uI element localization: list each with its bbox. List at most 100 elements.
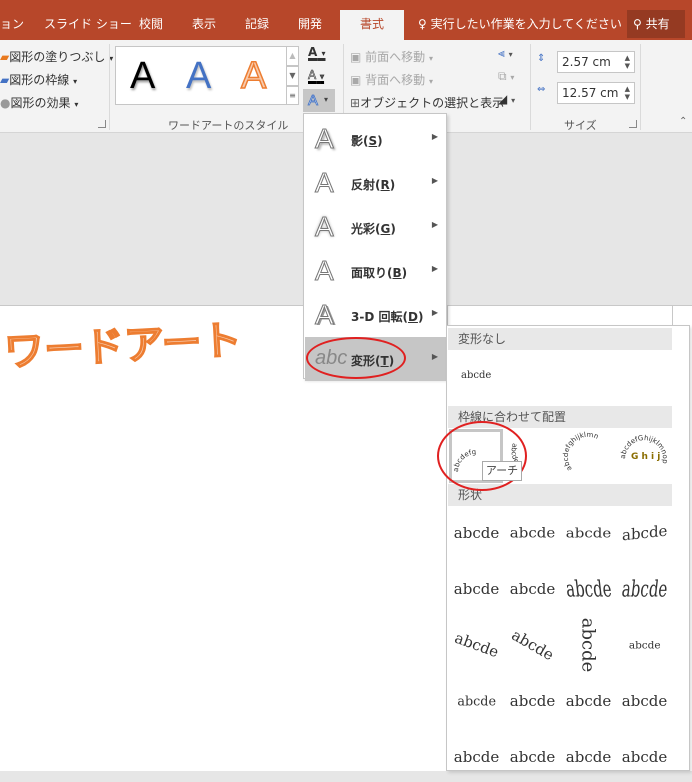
tab-slideshow[interactable]: スライド ショー <box>44 10 132 40</box>
height-input[interactable]: 2.57 cm ▲ ▼ <box>557 51 635 73</box>
spinner-arrows[interactable]: ▲ ▼ <box>625 85 630 101</box>
effects-icon: ● <box>0 96 11 110</box>
no-transform-option[interactable]: abcde <box>461 370 491 381</box>
tab-animations[interactable]: ョン <box>0 10 24 40</box>
width-input[interactable]: 12.57 cm ▲ ▼ <box>557 82 635 104</box>
warp-option[interactable]: abcde <box>505 564 560 614</box>
text-effects-button[interactable]: A ▾ <box>303 89 335 112</box>
warp-sample: abcde <box>452 628 501 662</box>
warp-option[interactable]: abcde <box>561 564 616 614</box>
gallery-scroll-down[interactable]: ▼ <box>287 66 299 86</box>
width-value: 12.57 cm <box>562 86 619 100</box>
menu-item-3d-rotation[interactable]: A 3-D 回転(D) ▶ <box>305 293 446 337</box>
align-button[interactable]: ⫷ ▾ <box>498 46 513 61</box>
warp-option[interactable]: abcde <box>561 508 616 558</box>
warp-option[interactable]: abcde <box>617 676 672 726</box>
menu-item-label: 反射(R) <box>351 178 396 192</box>
warp-option[interactable]: abcde <box>617 732 672 782</box>
tell-me-search[interactable]: ♀︎ 実行したい作業を入力してください <box>418 10 622 38</box>
warp-option[interactable]: abcde <box>617 564 672 614</box>
svg-text:abcdefghijklmn: abcdefghijklmn <box>562 431 600 473</box>
wordart-style-black[interactable]: A <box>130 55 155 98</box>
menu-item-reflection[interactable]: A 反射(R) ▶ <box>305 161 446 205</box>
chevron-down-icon: ▾ <box>321 49 326 58</box>
warp-sample: abcde <box>509 580 556 598</box>
wordart-style-orange[interactable]: A <box>240 54 267 98</box>
shape-fill-label: 図形の塗りつぶし <box>9 50 106 64</box>
submenu-arrow-icon: ▶ <box>431 352 438 361</box>
wordart-text[interactable]: ワードアート <box>4 308 304 378</box>
chevron-down-icon: ▾ <box>429 54 434 63</box>
tab-view[interactable]: 表示 <box>192 10 216 40</box>
warp-option[interactable]: abcde <box>505 620 560 670</box>
warp-sample: abcde <box>577 617 600 673</box>
gallery-more[interactable]: ≡ <box>287 86 299 105</box>
menu-item-label: 3-D 回転(D) <box>351 310 424 324</box>
warp-sample: abcde <box>564 575 613 603</box>
send-backward-button[interactable]: ▣ 背面へ移動 ▾ <box>350 71 433 88</box>
menu-item-bevel[interactable]: A 面取り(B) ▶ <box>305 249 446 293</box>
wordart-gallery: A A A <box>115 46 287 105</box>
tab-format[interactable]: 書式 <box>340 10 404 40</box>
warp-option[interactable]: abcde <box>505 732 560 782</box>
follow-path-button[interactable]: abcdefGhijklmnop G h i j <box>617 429 671 483</box>
size-launcher-icon[interactable] <box>629 120 637 128</box>
tab-developer[interactable]: 開発 <box>298 10 322 40</box>
warp-sample: abcde <box>453 524 500 542</box>
tab-record[interactable]: 記録 <box>245 10 269 40</box>
shape-effects-button[interactable]: ●図形の効果 ▾ <box>0 94 78 111</box>
warp-option[interactable]: abcde <box>561 676 616 726</box>
warp-option[interactable]: abcde <box>449 508 504 558</box>
warp-sample: abcde <box>453 580 500 598</box>
warp-option[interactable]: abcde <box>449 564 504 614</box>
warp-option[interactable]: abcde <box>561 617 616 673</box>
share-button[interactable]: ⚲ 共有 <box>627 10 685 38</box>
chevron-down-icon: ▾ <box>429 77 434 86</box>
text-outline-button[interactable]: A ▾ <box>308 68 325 83</box>
warp-option[interactable]: abcde <box>505 508 560 558</box>
warp-option[interactable]: abcde <box>449 620 504 670</box>
menu-item-shadow[interactable]: A 影(S) ▶ <box>305 117 446 161</box>
bevel-icon: A <box>315 255 335 287</box>
highlight-circle-transform <box>306 337 406 379</box>
menu-item-glow[interactable]: A 光彩(G) ▶ <box>305 205 446 249</box>
warp-option[interactable]: abcde <box>561 732 616 782</box>
size-group-label: サイズ <box>564 119 597 132</box>
rotate-button[interactable]: ◢ ▾ <box>498 92 515 106</box>
svg-text:G h i j: G h i j <box>631 452 660 462</box>
warp-sample: abcde <box>509 524 556 542</box>
gallery-scroll-up[interactable]: ▲ <box>287 46 299 66</box>
wordart-style-blue[interactable]: A <box>186 55 211 98</box>
3d-rotation-icon: A <box>315 299 335 331</box>
width-icon: ⇔ <box>537 84 546 95</box>
lightbulb-icon: ♀︎ <box>418 17 427 31</box>
warp-option[interactable]: abcde <box>617 508 672 558</box>
follow-path-circle[interactable]: abcdefghijklmn <box>562 429 616 483</box>
text-fill-button[interactable]: A ▾ <box>308 45 326 59</box>
spinner-arrows[interactable]: ▲ ▼ <box>625 54 630 70</box>
warp-option[interactable]: abcde <box>617 620 672 670</box>
height-icon: ⇕ <box>537 53 546 64</box>
bring-forward-button[interactable]: ▣ 前面へ移動 ▾ <box>350 48 433 65</box>
shape-fill-button[interactable]: ▰図形の塗りつぶし ▾ <box>0 48 113 65</box>
submenu-arrow-icon: ▶ <box>431 132 438 141</box>
submenu-arrow-icon: ▶ <box>431 176 438 185</box>
shape-styles-launcher-icon[interactable] <box>98 120 106 128</box>
warp-option[interactable]: abcde <box>505 676 560 726</box>
text-box-outline[interactable] <box>447 305 673 327</box>
warp-sample: abcde <box>457 693 496 709</box>
pen-icon: ▰ <box>0 73 10 87</box>
send-backward-icon: ▣ <box>350 73 362 87</box>
selection-pane-button[interactable]: ⊞オブジェクトの選択と表示 <box>350 94 504 111</box>
warp-option[interactable]: abcde <box>449 676 504 726</box>
warp-sample: abcde <box>565 748 612 766</box>
bring-forward-icon: ▣ <box>350 50 362 64</box>
person-add-icon: ⚲ <box>633 17 642 31</box>
collapse-ribbon-icon[interactable]: ⌃ <box>679 116 687 127</box>
tab-review[interactable]: 校閲 <box>139 10 163 40</box>
group-button[interactable]: ⧉ ▾ <box>498 69 514 84</box>
warp-sample: abcde <box>621 748 668 766</box>
shape-outline-button[interactable]: ▰図形の枠線 ▾ <box>0 71 77 88</box>
warp-option[interactable]: abcde <box>449 732 504 782</box>
glow-icon: A <box>315 211 335 243</box>
